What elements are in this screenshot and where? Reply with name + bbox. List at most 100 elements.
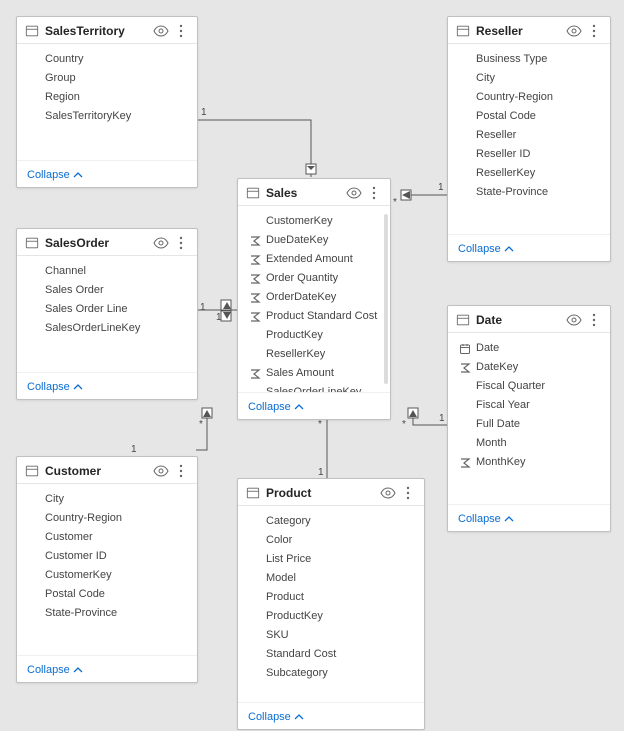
field-item[interactable]: Standard Cost bbox=[238, 645, 424, 664]
field-item[interactable]: Product Standard Cost bbox=[238, 307, 390, 326]
cardinality-label: * bbox=[393, 198, 397, 208]
field-item[interactable]: Order Quantity bbox=[238, 269, 390, 288]
field-item[interactable]: Sales Amount bbox=[238, 364, 390, 383]
field-item[interactable]: Business Type bbox=[448, 50, 610, 69]
cardinality-label: 1 bbox=[318, 468, 324, 478]
field-label: Order Quantity bbox=[266, 270, 338, 287]
collapse-link[interactable]: Collapse bbox=[27, 381, 83, 393]
collapse-link[interactable]: Collapse bbox=[27, 169, 83, 181]
card-title: Reseller bbox=[476, 24, 562, 38]
visibility-icon[interactable] bbox=[380, 485, 396, 501]
field-item[interactable]: List Price bbox=[238, 550, 424, 569]
field-item[interactable]: Group bbox=[17, 69, 197, 88]
more-options-icon[interactable] bbox=[173, 23, 189, 39]
more-options-icon[interactable] bbox=[173, 235, 189, 251]
chevron-up-icon bbox=[73, 665, 83, 675]
visibility-icon[interactable] bbox=[566, 312, 582, 328]
field-item[interactable]: Country-Region bbox=[448, 88, 610, 107]
field-item[interactable]: Extended Amount bbox=[238, 250, 390, 269]
more-options-icon[interactable] bbox=[586, 23, 602, 39]
field-item[interactable]: SalesTerritoryKey bbox=[17, 107, 197, 126]
chevron-up-icon bbox=[294, 402, 304, 412]
collapse-link[interactable]: Collapse bbox=[27, 664, 83, 676]
collapse-link[interactable]: Collapse bbox=[458, 243, 514, 255]
card-body: DateDateKeyFiscal QuarterFiscal YearFull… bbox=[448, 333, 610, 504]
field-item[interactable]: Postal Code bbox=[17, 585, 197, 604]
table-card-product[interactable]: Product Category Color List Price Model … bbox=[237, 478, 425, 730]
collapse-link[interactable]: Collapse bbox=[458, 513, 514, 525]
visibility-icon[interactable] bbox=[153, 463, 169, 479]
field-item[interactable]: SalesOrderLineKey bbox=[17, 319, 197, 338]
cardinality-label: 1 bbox=[200, 303, 206, 313]
visibility-icon[interactable] bbox=[153, 235, 169, 251]
field-item[interactable]: Subcategory bbox=[238, 664, 424, 683]
field-item[interactable]: City bbox=[448, 69, 610, 88]
table-card-salesterritory[interactable]: SalesTerritory Country Group Region Sale… bbox=[16, 16, 198, 188]
field-item[interactable]: State-Province bbox=[448, 183, 610, 202]
field-item[interactable]: Reseller bbox=[448, 126, 610, 145]
field-item[interactable]: Fiscal Year bbox=[448, 396, 610, 415]
table-card-sales[interactable]: Sales CustomerKeyDueDateKeyExtended Amou… bbox=[237, 178, 391, 420]
sigma-icon bbox=[458, 361, 472, 375]
field-item[interactable]: Reseller ID bbox=[448, 145, 610, 164]
more-options-icon[interactable] bbox=[586, 312, 602, 328]
field-item[interactable]: MonthKey bbox=[448, 453, 610, 472]
chevron-up-icon bbox=[73, 382, 83, 392]
field-item[interactable]: Date bbox=[448, 339, 610, 358]
field-item[interactable]: Category bbox=[238, 512, 424, 531]
visibility-icon[interactable] bbox=[153, 23, 169, 39]
more-options-icon[interactable] bbox=[173, 463, 189, 479]
cardinality-label: 1 bbox=[131, 445, 137, 455]
field-item[interactable]: Customer bbox=[17, 528, 197, 547]
field-item[interactable]: OrderDateKey bbox=[238, 288, 390, 307]
field-item[interactable]: Region bbox=[17, 88, 197, 107]
field-label: ResellerKey bbox=[266, 346, 325, 363]
field-item[interactable]: Customer ID bbox=[17, 547, 197, 566]
field-item[interactable]: Sales Order bbox=[17, 281, 197, 300]
field-item[interactable]: Country bbox=[17, 50, 197, 69]
field-item[interactable]: Color bbox=[238, 531, 424, 550]
table-card-salesorder[interactable]: SalesOrder Channel Sales Order Sales Ord… bbox=[16, 228, 198, 400]
model-canvas[interactable]: 1 * 1 * 1 1 1 * 1 * 1 * SalesTerritory C… bbox=[0, 0, 624, 731]
field-item[interactable]: Full Date bbox=[448, 415, 610, 434]
sigma-icon bbox=[248, 253, 262, 267]
field-label: SalesOrderLineKey bbox=[266, 384, 361, 392]
table-icon bbox=[25, 464, 39, 478]
field-item[interactable]: CustomerKey bbox=[238, 212, 390, 231]
field-item[interactable]: ResellerKey bbox=[448, 164, 610, 183]
field-item[interactable]: DateKey bbox=[448, 358, 610, 377]
field-item[interactable]: DueDateKey bbox=[238, 231, 390, 250]
field-label: DateKey bbox=[476, 359, 518, 376]
card-body: CustomerKeyDueDateKeyExtended AmountOrde… bbox=[238, 206, 390, 392]
field-item[interactable]: SalesOrderLineKey bbox=[238, 383, 390, 392]
field-item[interactable]: ProductKey bbox=[238, 326, 390, 345]
field-item[interactable]: City bbox=[17, 490, 197, 509]
table-icon bbox=[456, 313, 470, 327]
field-item[interactable]: Sales Order Line bbox=[17, 300, 197, 319]
field-item[interactable]: Fiscal Quarter bbox=[448, 377, 610, 396]
field-item[interactable]: Country-Region bbox=[17, 509, 197, 528]
scrollbar[interactable] bbox=[384, 214, 388, 384]
field-label: Fiscal Year bbox=[476, 397, 530, 414]
sigma-icon bbox=[458, 456, 472, 470]
visibility-icon[interactable] bbox=[566, 23, 582, 39]
collapse-link[interactable]: Collapse bbox=[248, 711, 304, 723]
field-item[interactable]: Postal Code bbox=[448, 107, 610, 126]
more-options-icon[interactable] bbox=[366, 185, 382, 201]
field-item[interactable]: Model bbox=[238, 569, 424, 588]
table-card-date[interactable]: Date DateDateKeyFiscal QuarterFiscal Yea… bbox=[447, 305, 611, 532]
field-item[interactable]: State-Province bbox=[17, 604, 197, 623]
field-item[interactable]: Month bbox=[448, 434, 610, 453]
field-item[interactable]: Channel bbox=[17, 262, 197, 281]
field-item[interactable]: ProductKey bbox=[238, 607, 424, 626]
field-item[interactable]: ResellerKey bbox=[238, 345, 390, 364]
visibility-icon[interactable] bbox=[346, 185, 362, 201]
field-item[interactable]: CustomerKey bbox=[17, 566, 197, 585]
field-item[interactable]: Product bbox=[238, 588, 424, 607]
card-body: Country Group Region SalesTerritoryKey bbox=[17, 44, 197, 160]
more-options-icon[interactable] bbox=[400, 485, 416, 501]
table-card-reseller[interactable]: Reseller Business Type City Country-Regi… bbox=[447, 16, 611, 262]
table-card-customer[interactable]: Customer City Country-Region Customer Cu… bbox=[16, 456, 198, 683]
field-item[interactable]: SKU bbox=[238, 626, 424, 645]
collapse-link[interactable]: Collapse bbox=[248, 401, 304, 413]
